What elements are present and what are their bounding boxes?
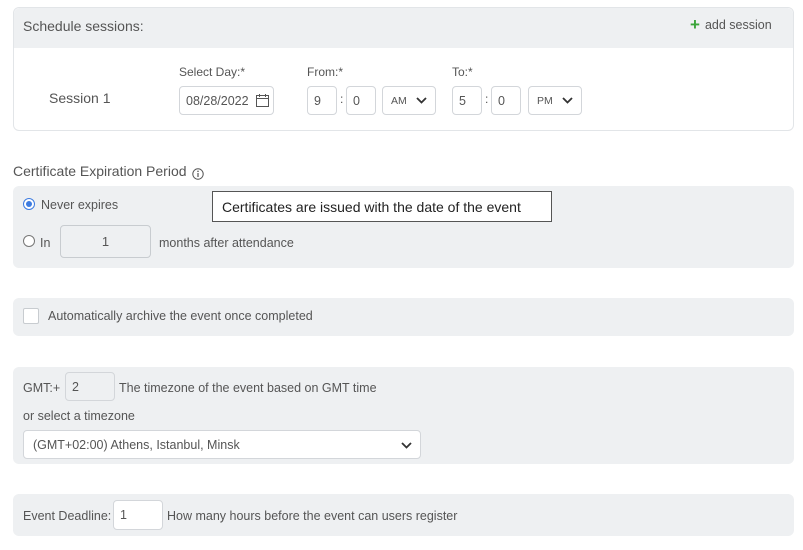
- in-months-radio[interactable]: [23, 235, 35, 247]
- never-expires-label: Never expires: [41, 198, 119, 212]
- session-label: Session 1: [49, 90, 111, 106]
- from-hour-input[interactable]: 9: [307, 86, 337, 115]
- from-time-separator: :: [340, 92, 344, 106]
- chevron-down-icon: [401, 438, 412, 452]
- deadline-input[interactable]: 1: [113, 500, 163, 530]
- timezone-select-value: (GMT+02:00) Athens, Istanbul, Minsk: [33, 437, 240, 452]
- date-input[interactable]: 08/28/2022: [179, 86, 274, 115]
- select-day-label: Select Day:*: [179, 65, 246, 79]
- certificate-title-text: Certificate Expiration Period: [13, 163, 187, 179]
- add-session-button[interactable]: + add session: [690, 15, 772, 34]
- info-icon[interactable]: [191, 167, 204, 180]
- months-after-label: months after attendance: [159, 236, 294, 250]
- archive-label: Automatically archive the event once com…: [48, 309, 313, 323]
- certificate-title: Certificate Expiration Period: [13, 163, 204, 180]
- calendar-icon[interactable]: [256, 94, 269, 107]
- from-ampm-select[interactable]: AM: [382, 86, 436, 115]
- chevron-down-icon: [562, 95, 573, 107]
- in-label: In: [40, 236, 51, 250]
- schedule-sessions-title: Schedule sessions:: [23, 18, 144, 34]
- or-select-timezone-label: or select a timezone: [23, 409, 135, 423]
- to-ampm-select[interactable]: PM: [528, 86, 582, 115]
- chevron-down-icon: [416, 95, 427, 107]
- gmt-description: The timezone of the event based on GMT t…: [119, 381, 377, 395]
- to-time-separator: :: [485, 92, 489, 106]
- deadline-label: Event Deadline:: [23, 509, 112, 523]
- date-value: 08/28/2022: [186, 93, 249, 108]
- to-minute-input[interactable]: 0: [491, 86, 521, 115]
- certificate-tooltip: Certificates are issued with the date of…: [212, 191, 552, 222]
- to-hour-input[interactable]: 5: [452, 86, 482, 115]
- from-minute-input[interactable]: 0: [346, 86, 376, 115]
- gmt-label: GMT:+: [23, 381, 61, 395]
- months-input[interactable]: 1: [60, 225, 151, 258]
- timezone-select[interactable]: (GMT+02:00) Athens, Istanbul, Minsk: [23, 430, 421, 459]
- to-ampm-value: PM: [537, 94, 553, 107]
- from-label: From:*: [307, 65, 343, 79]
- deadline-description: How many hours before the event can user…: [167, 509, 458, 523]
- plus-icon: +: [690, 15, 700, 34]
- never-expires-radio[interactable]: [23, 198, 35, 210]
- add-session-label: add session: [704, 18, 772, 32]
- from-ampm-value: AM: [391, 94, 407, 107]
- to-label: To:*: [452, 65, 473, 79]
- archive-checkbox[interactable]: [23, 308, 39, 324]
- gmt-offset-input[interactable]: 2: [65, 372, 115, 401]
